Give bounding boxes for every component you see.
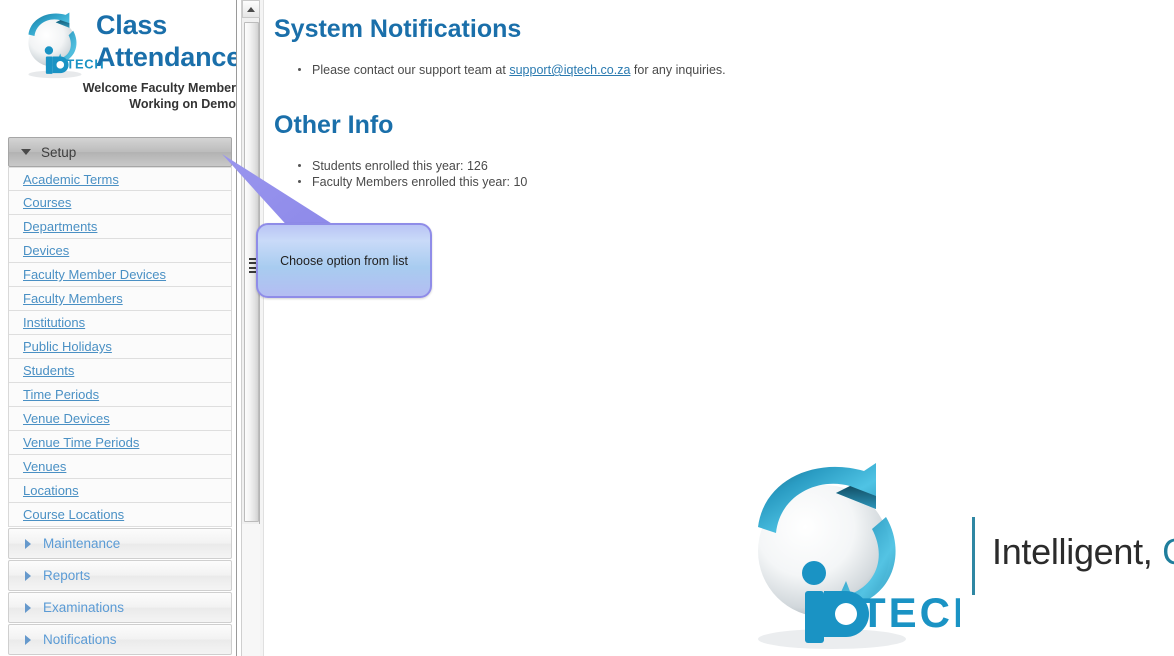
- page-title-system-notifications: System Notifications: [274, 15, 522, 43]
- sidebar-item-locations[interactable]: Locations: [9, 479, 231, 503]
- application-window: TECH Class Attendance Welcome Faculty Me…: [0, 0, 1174, 656]
- iqtech-sphere-arrow-logo: TECH: [720, 455, 983, 655]
- sidebar-item-students[interactable]: Students: [9, 359, 231, 383]
- chevron-right-icon: [25, 602, 31, 613]
- welcome-line-2: Working on Demo: [129, 97, 236, 111]
- brand-title-line-1: Class: [96, 10, 168, 40]
- sidebar-panel: TECH Class Attendance Welcome Faculty Me…: [0, 0, 237, 656]
- sidebar-item-faculty-member-devices[interactable]: Faculty Member Devices: [9, 263, 231, 287]
- notification-text-suffix: for any inquiries.: [630, 63, 726, 77]
- chevron-right-icon: [25, 634, 31, 645]
- tagline-highlight: Quality: [1162, 531, 1174, 572]
- accordion-label-notifications: Notifications: [43, 632, 117, 647]
- sidebar-item-venue-time-periods[interactable]: Venue Time Periods: [9, 431, 231, 455]
- watermark-tagline: Intelligent, Quality, Technology: [992, 531, 1174, 573]
- scroll-up-arrow-icon[interactable]: [242, 0, 260, 18]
- sidebar-item-label[interactable]: Academic Terms: [23, 172, 119, 187]
- list-item: Faculty Members enrolled this year: 10: [284, 174, 527, 190]
- sidebar-item-venue-devices[interactable]: Venue Devices: [9, 407, 231, 431]
- sidebar-item-label[interactable]: Venue Devices: [23, 411, 110, 426]
- chevron-right-icon: [25, 570, 31, 581]
- sidebar-item-label[interactable]: Courses: [23, 195, 71, 210]
- watermark-wordmark: TECH: [860, 589, 960, 636]
- support-email-link[interactable]: support@iqtech.co.za: [509, 63, 630, 77]
- brand-title: Class Attendance: [96, 10, 236, 72]
- sidebar-item-venues[interactable]: Venues: [9, 455, 231, 479]
- panel-splitter[interactable]: [260, 0, 264, 656]
- other-info-list: Students enrolled this year: 126 Faculty …: [284, 158, 527, 190]
- list-item: Please contact our support team at suppo…: [284, 62, 726, 78]
- sidebar-item-label[interactable]: Course Locations: [23, 507, 124, 522]
- sidebar-item-public-holidays[interactable]: Public Holidays: [9, 335, 231, 359]
- collapsed-sections: Maintenance Reports Examinations Notificati…: [0, 528, 236, 655]
- brand-header: TECH Class Attendance Welcome Faculty Me…: [0, 0, 236, 137]
- sidebar-scrollbar[interactable]: [241, 0, 260, 656]
- accordion-header-setup[interactable]: Setup: [8, 137, 232, 167]
- chevron-right-icon: [25, 538, 31, 549]
- welcome-message: Welcome Faculty Member Working on Demo: [60, 80, 236, 112]
- sidebar-item-label[interactable]: Venues: [23, 459, 66, 474]
- sidebar-item-time-periods[interactable]: Time Periods: [9, 383, 231, 407]
- accordion-header-maintenance[interactable]: Maintenance: [8, 528, 232, 559]
- sidebar-item-institutions[interactable]: Institutions: [9, 311, 231, 335]
- sidebar-item-label[interactable]: Institutions: [23, 315, 85, 330]
- sidebar-item-label[interactable]: Locations: [23, 483, 79, 498]
- accordion-label-reports: Reports: [43, 568, 91, 583]
- sidebar-item-label[interactable]: Devices: [23, 243, 69, 258]
- tagline-part-1: Intelligent,: [992, 531, 1163, 572]
- sidebar-item-courses[interactable]: Courses: [9, 191, 231, 215]
- chevron-down-icon: [21, 149, 31, 155]
- watermark-divider: [972, 517, 975, 595]
- sidebar-item-academic-terms[interactable]: Academic Terms: [9, 167, 231, 191]
- sidebar-item-faculty-members[interactable]: Faculty Members: [9, 287, 231, 311]
- accordion-header-examinations[interactable]: Examinations: [8, 592, 232, 623]
- triangle-up-glyph: [247, 6, 255, 12]
- system-notifications-list: Please contact our support team at suppo…: [284, 62, 726, 78]
- accordion-label-maintenance: Maintenance: [43, 536, 121, 551]
- page-title-other-info: Other Info: [274, 111, 394, 139]
- accordion-label-setup: Setup: [41, 144, 77, 160]
- sidebar-item-label[interactable]: Time Periods: [23, 387, 99, 402]
- list-item: Students enrolled this year: 126: [284, 158, 527, 174]
- brand-title-line-2: Attendance: [96, 42, 237, 72]
- sidebar-item-devices[interactable]: Devices: [9, 239, 231, 263]
- sidebar-item-label[interactable]: Students: [23, 363, 74, 378]
- sidebar-item-label[interactable]: Public Holidays: [23, 339, 112, 354]
- scrollbar-track[interactable]: [242, 524, 260, 656]
- sidebar-item-label[interactable]: Venue Time Periods: [23, 435, 139, 450]
- iqtech-sphere-arrow-logo: TECH: [12, 8, 104, 80]
- watermark-branding: TECH Intelligent, Quality, Technology: [720, 455, 1174, 655]
- callout-bubble[interactable]: Choose option from list: [256, 223, 432, 298]
- sidebar-item-course-locations[interactable]: Course Locations: [9, 503, 231, 527]
- main-content: System Notifications Please contact our …: [265, 0, 1174, 656]
- notification-text-prefix: Please contact our support team at: [312, 63, 510, 77]
- sidebar-item-departments[interactable]: Departments: [9, 215, 231, 239]
- welcome-line-1: Welcome Faculty Member: [82, 81, 236, 95]
- callout-text: Choose option from list: [280, 253, 408, 268]
- accordion-header-notifications[interactable]: Notifications: [8, 624, 232, 655]
- sidebar-item-label[interactable]: Departments: [23, 219, 97, 234]
- accordion-header-reports[interactable]: Reports: [8, 560, 232, 591]
- accordion-label-examinations: Examinations: [43, 600, 125, 615]
- sidebar-item-label[interactable]: Faculty Member Devices: [23, 267, 166, 282]
- setup-menu-list: Academic Terms Courses Departments Devices F…: [8, 167, 232, 527]
- sidebar-item-label[interactable]: Faculty Members: [23, 291, 123, 306]
